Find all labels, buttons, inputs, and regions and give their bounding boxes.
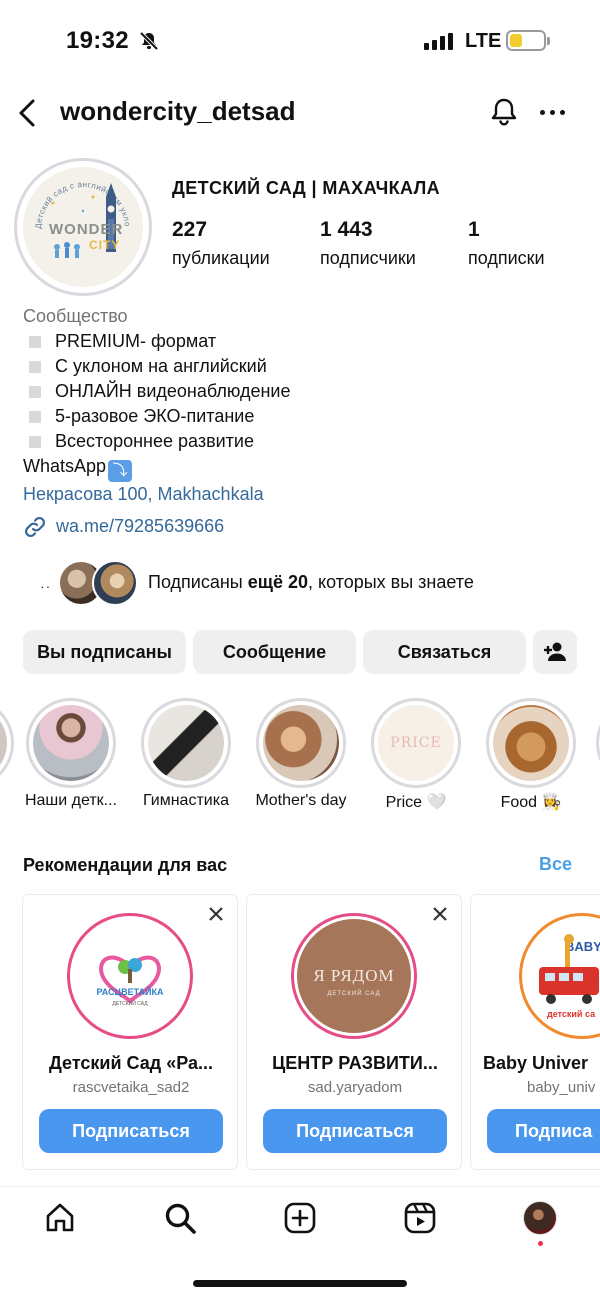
avatar-logo-word: WONDER — [49, 221, 124, 238]
stat-following[interactable]: 1 подписки — [468, 218, 545, 269]
recommendations-title: Рекомендации для вас — [23, 855, 228, 875]
highlight-item[interactable]: Гимнастика — [141, 698, 231, 809]
stat-posts-value: 227 — [172, 218, 208, 241]
stat-followers-label: подписчики — [320, 248, 416, 268]
following-button[interactable]: Вы подписаны — [23, 630, 186, 674]
stat-following-value: 1 — [468, 218, 480, 241]
add-person-icon — [544, 642, 566, 661]
follow-button[interactable]: Подписаться — [39, 1109, 223, 1153]
create-post-icon[interactable] — [283, 1201, 317, 1240]
recommendation-card[interactable]: Я РЯДОМ ДЕТСКИЙ САД ЦЕНТР РАЗВИТИ... sad… — [246, 894, 462, 1170]
svg-text:ДЕТСКИЙ САД: ДЕТСКИЙ САД — [327, 989, 380, 997]
notifications-bell-icon[interactable] — [488, 96, 520, 133]
ya-ryadom-logo: Я РЯДОМ ДЕТСКИЙ САД — [313, 966, 394, 997]
mutual-text: Подписаны ещё 20, которых вы знаете — [148, 572, 474, 592]
svg-text:РАСЦВЕТАЙКА: РАСЦВЕТАЙКА — [97, 986, 164, 997]
stat-following-label: подписки — [468, 248, 545, 268]
bio-link-text: wa.me/79285639666 — [56, 516, 225, 536]
bio-address-link[interactable]: Некрасова 100, Makhachkala — [23, 482, 290, 507]
bio-whatsapp: WhatsApp ⤵ — [23, 454, 290, 482]
status-time: 19:32 — [66, 27, 129, 54]
recommendation-name: Детский Сад «Ра... — [49, 1053, 213, 1073]
highlight-item[interactable]: Food 👩‍🍳 — [486, 698, 576, 811]
square-bullet-icon — [29, 335, 41, 348]
profile-tab-avatar[interactable] — [523, 1201, 557, 1235]
highlight-cover — [263, 705, 339, 781]
stat-posts-label: публикации — [172, 248, 270, 268]
svg-text:детский са: детский са — [547, 1009, 596, 1019]
message-button[interactable]: Сообщение — [193, 630, 356, 674]
bio-line: С уклоном на английский — [23, 354, 290, 379]
bell-off-icon — [138, 30, 160, 57]
bio-line: ОНЛАЙН видеонаблюдение — [23, 379, 290, 404]
recommendation-avatar: BABY UNI детский са — [519, 913, 600, 1039]
username-title: wondercity_detsad — [60, 96, 296, 126]
contact-button[interactable]: Связаться — [363, 630, 526, 674]
follow-button[interactable]: Подписаться — [263, 1109, 447, 1153]
svg-text:Я РЯДОМ: Я РЯДОМ — [313, 966, 394, 985]
link-icon — [24, 516, 46, 537]
square-bullet-icon — [29, 360, 41, 373]
highlight-cover — [33, 705, 109, 781]
mutual-dots: ·· — [40, 578, 52, 594]
battery-icon — [506, 30, 550, 51]
network-label: LTE — [465, 30, 502, 52]
square-bullet-icon — [29, 410, 41, 423]
recommendation-card[interactable]: РАСЦВЕТАЙКА ДЕТСКИЙ САД Детский Сад «Ра.… — [22, 894, 238, 1170]
recommendation-avatar: РАСЦВЕТАЙКА ДЕТСКИЙ САД — [67, 913, 193, 1039]
highlight-label: Food 👩‍🍳 — [500, 794, 562, 811]
profile-avatar[interactable]: Детский сад с английским уклоном WONDER … — [14, 158, 152, 296]
arrow-down-right-emoji: ⤵ — [108, 460, 133, 482]
reels-icon[interactable] — [403, 1201, 437, 1240]
highlight-cover — [493, 705, 569, 781]
highlight-item[interactable]: Mother's day — [255, 698, 347, 809]
profile-bio: Сообщество PREMIUM- формат С уклоном на … — [23, 304, 290, 539]
recommendation-handle: sad.yaryadom — [307, 1079, 403, 1096]
heart-tree-logo: РАСЦВЕТАЙКА ДЕТСКИЙ САД — [97, 955, 164, 1007]
bio-line: PREMIUM- формат — [23, 329, 290, 354]
highlight-partial-right[interactable] — [596, 698, 600, 788]
avatar-logo-word2: CITY — [89, 238, 121, 252]
bio-website-link[interactable]: wa.me/79285639666 — [23, 514, 290, 539]
follow-button[interactable]: Подписа — [487, 1109, 600, 1153]
see-all-link[interactable]: Все — [539, 854, 572, 875]
bio-category: Сообщество — [23, 306, 128, 326]
recommendation-avatar: Я РЯДОМ ДЕТСКИЙ САД — [291, 913, 417, 1039]
back-arrow-icon[interactable] — [16, 98, 38, 133]
status-bar: 19:32 LTE — [0, 0, 600, 82]
profile-header: wondercity_detsad — [0, 90, 600, 136]
search-icon[interactable] — [163, 1201, 197, 1240]
bio-line: 5-разовое ЭКО-питание — [23, 404, 290, 429]
square-bullet-icon — [29, 385, 41, 398]
close-icon[interactable] — [433, 907, 447, 926]
notification-dot — [538, 1241, 543, 1246]
home-indicator[interactable] — [193, 1280, 407, 1287]
home-icon[interactable] — [43, 1201, 77, 1240]
recommendation-card[interactable]: BABY UNI детский са Baby Univer baby_uni… — [470, 894, 600, 1170]
highlight-cover — [148, 705, 224, 781]
square-bullet-icon — [29, 435, 41, 448]
mutual-followers[interactable]: ·· Подписаны ещё 20, которых вы знаете — [0, 558, 600, 608]
highlight-item[interactable]: PRICE Price 🤍 — [371, 698, 461, 811]
highlight-item[interactable]: Наши детк... — [25, 698, 117, 809]
more-options-icon[interactable] — [540, 110, 565, 115]
stat-followers[interactable]: 1 443 подписчики — [320, 218, 416, 269]
recommendation-handle: rascvetaika_sad2 — [72, 1079, 190, 1096]
close-icon[interactable] — [209, 907, 223, 926]
mutual-avatar — [92, 560, 138, 606]
recommendation-name: ЦЕНТР РАЗВИТИ... — [272, 1053, 438, 1073]
stat-followers-value: 1 443 — [320, 218, 373, 241]
stat-posts[interactable]: 227 публикации — [172, 218, 270, 269]
svg-text:ДЕТСКИЙ САД: ДЕТСКИЙ САД — [112, 999, 148, 1007]
recommendation-name: Baby Univer — [483, 1053, 589, 1073]
profile-display-name: ДЕТСКИЙ САД | МАХАЧКАЛА — [172, 178, 441, 198]
bio-line: Всестороннее развитие — [23, 429, 290, 454]
baby-univer-logo: BABY UNI детский са — [539, 934, 600, 1019]
highlight-partial[interactable]: ... — [0, 698, 14, 788]
highlight-cover: PRICE — [378, 705, 454, 781]
suggest-people-button[interactable] — [533, 630, 577, 674]
wondercity-logo: Детский сад с английским уклоном WONDER … — [23, 167, 143, 287]
signal-icon — [424, 33, 453, 50]
recommendation-handle: baby_univ — [527, 1079, 596, 1096]
